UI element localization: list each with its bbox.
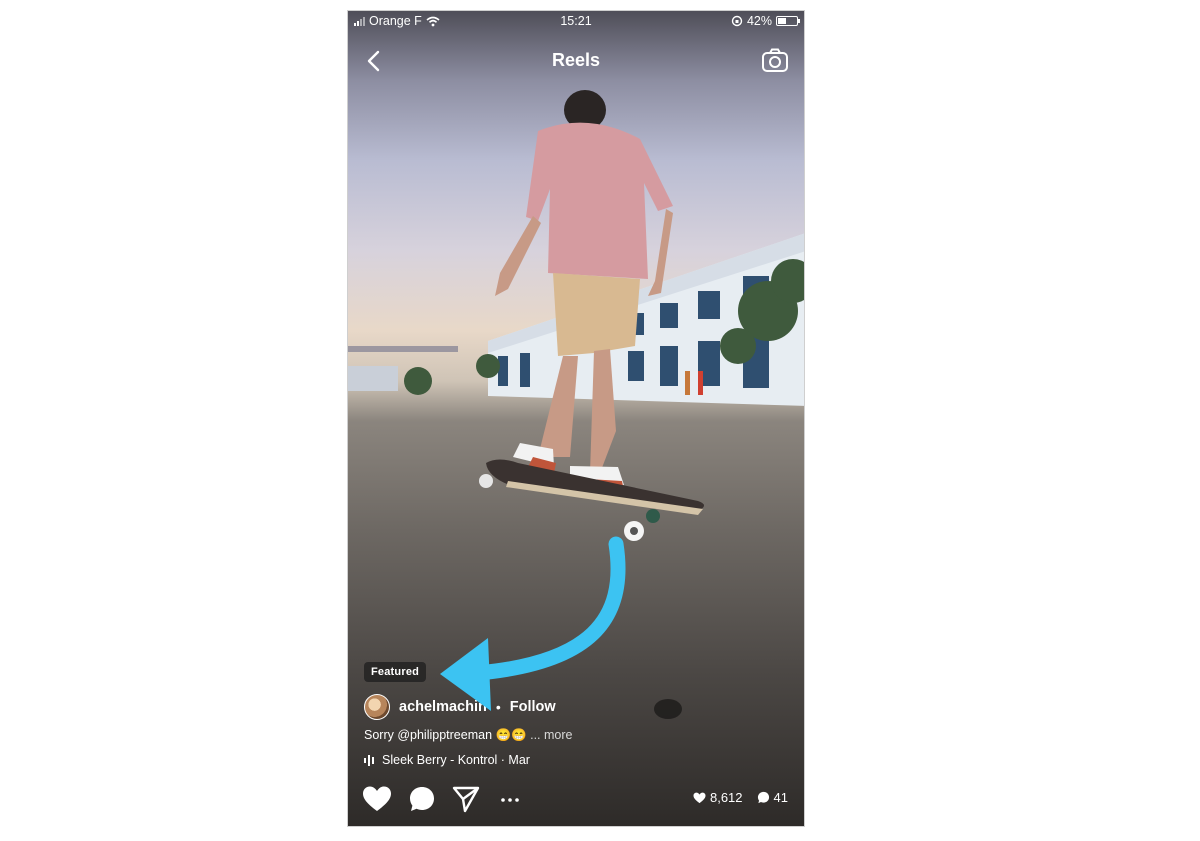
reel-screen: Orange F 15:21 42% Reels Featured achelm… [347,10,805,827]
annotation-arrow [440,536,626,711]
